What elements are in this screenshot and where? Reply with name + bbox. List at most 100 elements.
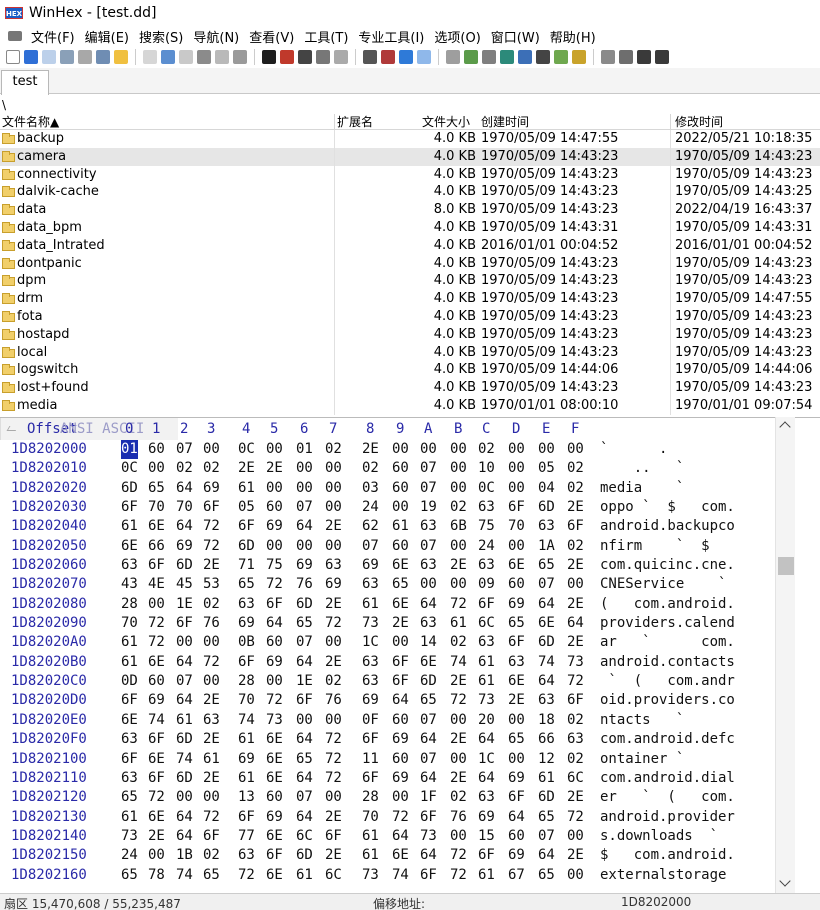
hex-byte[interactable]: 0C xyxy=(478,479,495,498)
hex-byte[interactable]: 6D xyxy=(538,498,555,517)
hex-byte[interactable]: 65 xyxy=(238,575,255,594)
hex-byte[interactable]: 75 xyxy=(478,517,495,536)
hex-byte[interactable]: 74 xyxy=(538,653,555,672)
hex-byte[interactable]: 64 xyxy=(420,730,437,749)
hex-byte[interactable]: 70 xyxy=(362,808,379,827)
hex-row[interactable]: 1D8202080 28 00 1E 02 63 6F 6D 2E 61 6E 64 72 6F 69 64 2… xyxy=(0,595,775,614)
hex-byte[interactable]: 63 xyxy=(362,653,379,672)
hex-byte[interactable]: 69 xyxy=(478,808,495,827)
hex-byte[interactable]: 72 xyxy=(148,633,165,652)
hex-byte[interactable]: 00 xyxy=(203,672,220,691)
hex-byte[interactable]: 6F xyxy=(362,769,379,788)
ansi-text[interactable]: com.quicinc.cne. xyxy=(600,556,735,575)
hex-byte[interactable]: 2E xyxy=(450,556,467,575)
nav-right-icon[interactable] xyxy=(655,50,669,64)
hex-byte[interactable]: 72 xyxy=(567,672,584,691)
hex-byte[interactable]: 6D xyxy=(538,788,555,807)
hex-byte[interactable]: 0F xyxy=(362,711,379,730)
hex-byte[interactable]: 70 xyxy=(176,498,193,517)
hex-byte[interactable]: 19 xyxy=(420,498,437,517)
hex-byte[interactable]: 61 xyxy=(238,730,255,749)
hex-byte[interactable]: 64 xyxy=(296,730,313,749)
hex-byte[interactable]: 6F xyxy=(148,730,165,749)
directory-row[interactable]: fota 4.0 KB 1970/05/09 14:43:23 1970/05/09 … xyxy=(0,307,820,326)
ansi-text[interactable]: android.backupco xyxy=(600,517,735,536)
hex-byte[interactable]: 2E xyxy=(392,614,409,633)
hex-byte[interactable]: 04 xyxy=(538,479,555,498)
hex-byte[interactable]: 61 xyxy=(203,750,220,769)
hex-byte[interactable]: 70 xyxy=(238,691,255,710)
hex-byte[interactable]: 65 xyxy=(121,866,138,885)
hex-byte[interactable]: 65 xyxy=(508,614,525,633)
directory-row[interactable]: data_Intrated 4.0 KB 2016/01/01 00:04:52 20… xyxy=(0,236,820,255)
hex-byte[interactable]: 2E xyxy=(567,556,584,575)
ansi-text[interactable]: media ` xyxy=(600,479,735,498)
hex-byte[interactable]: 72 xyxy=(266,691,283,710)
hex-byte[interactable]: 07 xyxy=(420,750,437,769)
hex-byte[interactable]: 73 xyxy=(266,711,283,730)
menu-view[interactable]: 查看(V) xyxy=(244,27,299,46)
hex-byte[interactable]: 2E xyxy=(450,672,467,691)
hex-byte[interactable]: 72 xyxy=(567,808,584,827)
hex-byte[interactable]: 70 xyxy=(121,614,138,633)
hex-byte[interactable]: 2E xyxy=(238,459,255,478)
hex-byte[interactable]: 02 xyxy=(567,459,584,478)
hex-byte[interactable]: 6D xyxy=(176,769,193,788)
hex-byte[interactable]: 6F xyxy=(266,595,283,614)
hex-byte[interactable]: 6F xyxy=(567,517,584,536)
hex-byte[interactable]: 60 xyxy=(392,711,409,730)
hex-byte[interactable]: 00 xyxy=(508,750,525,769)
scroll-up-icon[interactable] xyxy=(779,421,791,433)
hex-byte[interactable]: 64 xyxy=(176,827,193,846)
hex-byte[interactable]: 00 xyxy=(266,479,283,498)
hex-byte[interactable]: 6E xyxy=(121,711,138,730)
hex-byte[interactable]: 63 xyxy=(420,556,437,575)
hex-row[interactable]: 1D8202050 6E 66 69 72 6D 00 00 00 07 60 07 00 24 00 1A 0… xyxy=(0,537,775,556)
disk-editor-icon[interactable] xyxy=(446,50,460,64)
hex-byte[interactable]: 63 xyxy=(420,614,437,633)
hex-byte[interactable]: 64 xyxy=(296,769,313,788)
hex-byte[interactable]: 69 xyxy=(325,575,342,594)
hex-byte[interactable]: 1E xyxy=(296,672,313,691)
hex-byte[interactable]: 73 xyxy=(478,691,495,710)
hex-byte[interactable]: 60 xyxy=(266,788,283,807)
hex-byte[interactable]: 69 xyxy=(392,730,409,749)
hex-byte[interactable]: 02 xyxy=(325,440,342,459)
hex-byte[interactable]: 07 xyxy=(296,633,313,652)
hex-byte[interactable]: 00 xyxy=(567,866,584,885)
directory-row[interactable]: camera 4.0 KB 1970/05/09 14:43:23 1970/05/0… xyxy=(0,147,820,166)
hex-row[interactable]: 1D8202000 01 60 07 00 0C 00 01 02 2E 00 00 00 02 00 00 0… xyxy=(0,440,775,460)
hex-byte[interactable]: 28 xyxy=(362,788,379,807)
hex-byte[interactable]: 07 xyxy=(176,672,193,691)
hex-byte[interactable]: 72 xyxy=(148,788,165,807)
directory-row[interactable]: data_bpm 4.0 KB 1970/05/09 14:43:31 1970/05… xyxy=(0,218,820,237)
hex-byte[interactable]: 64 xyxy=(266,614,283,633)
hex-byte[interactable]: 00 xyxy=(450,575,467,594)
hex-byte[interactable]: 76 xyxy=(203,614,220,633)
ansi-text[interactable]: ( com.android. xyxy=(600,595,735,614)
paste-icon[interactable] xyxy=(197,50,211,64)
hex-byte[interactable]: 69 xyxy=(266,808,283,827)
hex-byte[interactable]: 43 xyxy=(121,575,138,594)
replace-text-icon[interactable] xyxy=(280,50,294,64)
hex-byte[interactable]: 00 xyxy=(325,537,342,556)
hex-byte[interactable]: 74 xyxy=(392,866,409,885)
hex-byte[interactable]: 00 xyxy=(325,788,342,807)
hex-byte[interactable]: 02 xyxy=(203,459,220,478)
hex-byte[interactable]: 60 xyxy=(392,459,409,478)
menu-navigation[interactable]: 导航(N) xyxy=(188,27,244,46)
hex-byte[interactable]: 09 xyxy=(478,575,495,594)
hex-byte[interactable]: 6F xyxy=(176,614,193,633)
ansi-text[interactable]: ontainer ` xyxy=(600,750,735,769)
goto-sector-icon[interactable] xyxy=(381,50,395,64)
hex-byte[interactable]: 60 xyxy=(392,479,409,498)
hex-byte[interactable]: 07 xyxy=(420,459,437,478)
ansi-text[interactable]: android.provider xyxy=(600,808,735,827)
hex-byte[interactable]: 72 xyxy=(203,537,220,556)
hex-byte[interactable]: 64 xyxy=(296,653,313,672)
gallery-icon[interactable] xyxy=(572,50,586,64)
hex-byte[interactable]: 76 xyxy=(450,808,467,827)
directory-row[interactable]: dpm 4.0 KB 1970/05/09 14:43:23 1970/05/09 1… xyxy=(0,272,820,291)
hex-byte[interactable]: 6E xyxy=(508,556,525,575)
hex-byte[interactable]: 45 xyxy=(176,575,193,594)
